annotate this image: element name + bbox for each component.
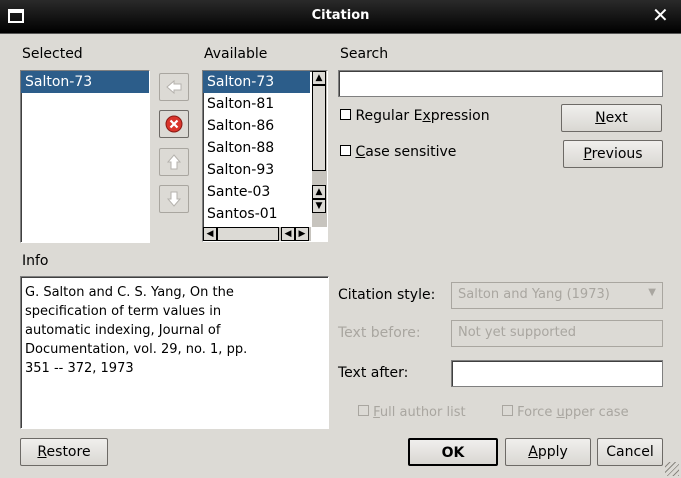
info-line: Documentation, vol. 29, no. 1, pp. [25, 342, 248, 357]
case-label-suffix: ase sensitive [365, 144, 457, 160]
ok-button[interactable]: OK [408, 438, 498, 466]
list-item[interactable]: Salton-86 [203, 115, 310, 137]
case-checkbox-row[interactable]: Case sensitive [340, 144, 456, 160]
apply-button[interactable]: Apply [505, 438, 591, 466]
scroll-right-icon[interactable]: ▶ [295, 227, 309, 241]
vertical-scrollbar[interactable]: ▲ ▲ ▼ [312, 71, 327, 227]
regex-label-key: x [422, 108, 431, 124]
list-item[interactable]: Salton-93 [203, 159, 310, 181]
force-upper-checkbox-row[interactable]: Force upper case [502, 405, 629, 420]
citation-style-label: Citation style: [338, 287, 436, 303]
info-line: G. Salton and C. S. Yang, On the [25, 285, 234, 300]
chevron-down-icon: ▼ [648, 287, 656, 298]
info-label: Info [22, 253, 49, 269]
regex-checkbox[interactable] [340, 109, 351, 120]
regex-label-suffix: pression [430, 108, 490, 124]
full-author-checkbox[interactable] [358, 405, 369, 416]
delete-icon [165, 115, 183, 133]
scroll-left-icon[interactable]: ◀ [281, 227, 295, 241]
citation-style-select[interactable]: Salton and Yang (1973) ▼ [451, 282, 663, 309]
scroll-thumb[interactable] [217, 227, 279, 241]
selected-label: Selected [22, 46, 83, 62]
arrow-left-icon [166, 79, 182, 95]
search-label: Search [340, 46, 389, 62]
move-up-button[interactable] [159, 148, 189, 176]
cancel-button[interactable]: Cancel [597, 438, 663, 466]
available-list[interactable]: Salton-73 Salton-81 Salton-86 Salton-88 … [202, 70, 328, 242]
scroll-left-icon[interactable]: ◀ [203, 227, 217, 241]
text-before-input[interactable]: Not yet supported [451, 320, 663, 347]
arrow-up-icon [166, 154, 182, 170]
selected-list[interactable]: Salton-73 [20, 70, 150, 243]
scroll-up-icon[interactable]: ▲ [312, 71, 326, 85]
scroll-thumb[interactable] [312, 85, 326, 171]
force-upper-checkbox[interactable] [502, 405, 513, 416]
case-checkbox[interactable] [340, 145, 351, 156]
case-label-key: C [355, 144, 366, 160]
list-item[interactable]: Sante-03 [203, 181, 310, 203]
next-button[interactable]: Next [561, 104, 662, 132]
arrow-down-icon [166, 191, 182, 207]
info-line: automatic indexing, Journal of [25, 323, 221, 338]
restore-button[interactable]: Restore [20, 438, 108, 466]
full-author-checkbox-row[interactable]: Full author list [358, 405, 466, 420]
info-line: specification of term values in [25, 304, 222, 319]
resize-grip-icon[interactable] [665, 462, 679, 476]
text-after-input[interactable] [451, 360, 663, 387]
move-down-button[interactable] [159, 185, 189, 213]
list-item[interactable]: Salton-81 [203, 93, 310, 115]
regex-label-prefix: Regular E [355, 108, 423, 124]
scroll-up-icon[interactable]: ▲ [312, 185, 326, 199]
delete-button[interactable] [159, 110, 189, 138]
previous-button[interactable]: Previous [563, 140, 663, 168]
horizontal-scrollbar[interactable]: ◀ ◀ ▶ [203, 227, 311, 241]
window-title: Citation [311, 8, 370, 23]
scroll-down-icon[interactable]: ▼ [312, 199, 326, 213]
info-line: 351 -- 372, 1973 [25, 361, 134, 376]
list-item[interactable]: Salton-73 [203, 71, 310, 93]
regex-checkbox-row[interactable]: Regular Expression [340, 108, 490, 124]
available-label: Available [204, 46, 268, 62]
info-text: G. Salton and C. S. Yang, On the specifi… [20, 276, 329, 429]
text-before-label: Text before: [338, 325, 421, 341]
close-icon[interactable]: ✕ [652, 5, 669, 25]
list-item[interactable]: Santos-01 [203, 203, 310, 225]
list-item[interactable]: Salton-73 [21, 71, 149, 93]
list-item[interactable]: Salton-88 [203, 137, 310, 159]
search-input[interactable] [338, 70, 663, 97]
move-left-button[interactable] [159, 73, 189, 101]
text-after-label: Text after: [338, 365, 409, 381]
